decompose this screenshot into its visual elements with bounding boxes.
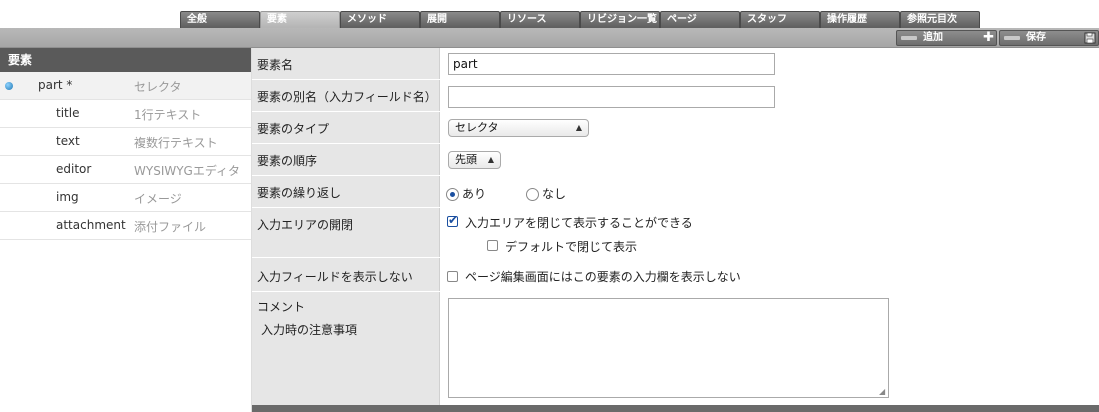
form-row-alias: 要素の別名（入力フィールド名） [252,80,1099,112]
tab-staff[interactable]: スタッフ [740,11,820,28]
tab-history[interactable]: 操作履歴 [820,11,900,28]
bottom-bar [252,405,1099,412]
select-arrows-icon: ▲ [575,123,582,132]
form-row-name: 要素名 part [252,48,1099,80]
element-list-panel: 要素 part * セレクタ title 1行テキスト text 複数行テキスト… [0,48,252,412]
hide-label: 入力フィールドを表示しない [252,258,440,291]
tab-methods[interactable]: メソッド [340,11,420,28]
add-button[interactable]: 追加 ✚ [896,30,997,46]
save-button[interactable]: 保存 [999,30,1099,46]
tab-bar: 全般 要素 メソッド 展開 リソース リビジョン一覧 ページ スタッフ 操作履歴… [0,0,1099,28]
element-type-select-value: セレクタ [455,121,499,134]
element-name: part * [38,78,73,92]
collapse-default-checkbox[interactable] [487,240,498,251]
element-row-title[interactable]: title 1行テキスト [0,100,251,128]
element-type: イメージ [134,192,182,206]
tab-general[interactable]: 全般 [180,11,260,28]
order-label: 要素の順序 [252,144,440,175]
tab-expand[interactable]: 展開 [420,11,500,28]
form-row-hide: 入力フィールドを表示しない ページ編集画面にはこの要素の入力欄を表示しない [252,258,1099,292]
element-name-input[interactable]: part [448,53,775,75]
comment-textarea[interactable]: ◢ [448,298,889,398]
element-name: attachment [56,218,126,232]
element-row-part[interactable]: part * セレクタ [0,72,251,100]
repeat-label: 要素の繰り返し [252,176,440,207]
repeat-value-cell: あり なし [441,176,1099,207]
type-label: 要素のタイプ [252,112,440,143]
element-list-header: 要素 [0,48,251,72]
tab-references[interactable]: 参照元目次 [900,11,980,28]
element-type-select[interactable]: セレクタ ▲ [448,119,589,137]
save-button-label: 保存 [1026,32,1046,43]
order-value-cell: 先頭 ▲ [441,144,1099,175]
form-row-order: 要素の順序 先頭 ▲ [252,144,1099,176]
repeat-yes-label[interactable]: あり [462,185,486,202]
name-label: 要素名 [252,48,440,79]
collapse-value-cell: 入力エリアを閉じて表示することができる デフォルトで閉じて表示 [441,208,1099,257]
element-name: title [56,106,80,120]
repeat-yes-radio[interactable] [446,188,459,201]
element-form: 要素名 part 要素の別名（入力フィールド名） 要素のタイプ セレクタ ▲ 要… [252,48,1099,405]
tab-revisions[interactable]: リビジョン一覧 [580,11,660,28]
element-row-text[interactable]: text 複数行テキスト [0,128,251,156]
element-alias-input[interactable] [448,86,775,108]
element-row-editor[interactable]: editor WYSIWYGエディタ [0,156,251,184]
collapse-checkbox[interactable] [447,213,458,227]
element-row-img[interactable]: img イメージ [0,184,251,212]
comment-label-cell: コメント 入力時の注意事項 [252,292,440,405]
plus-icon: ✚ [983,30,994,45]
add-button-label: 追加 [923,32,943,43]
collapse-label: 入力エリアの開閉 [252,208,440,257]
collapse-option-label[interactable]: 入力エリアを閉じて表示することができる [465,214,693,231]
form-row-repeat: 要素の繰り返し あり なし [252,176,1099,208]
form-row-type: 要素のタイプ セレクタ ▲ [252,112,1099,144]
tab-elements[interactable]: 要素 [260,11,340,28]
comment-value-cell: ◢ [441,292,1099,405]
collapse-default-label[interactable]: デフォルトで閉じて表示 [505,238,637,255]
element-name: editor [56,162,92,176]
tab-resources[interactable]: リソース [500,11,580,28]
alias-value-cell [441,80,1099,111]
repeat-no-radio[interactable] [526,188,539,201]
button-grip [901,36,917,40]
resize-handle-icon[interactable]: ◢ [879,388,887,396]
button-grip [1004,36,1020,40]
element-name: img [56,190,79,204]
comment-sublabel: 入力時の注意事項 [261,323,358,337]
hide-field-option-label[interactable]: ページ編集画面にはこの要素の入力欄を表示しない [465,268,741,285]
form-row-comment: コメント 入力時の注意事項 ◢ [252,292,1099,405]
element-name: text [56,134,80,148]
element-type: 複数行テキスト [134,136,218,150]
element-order-select[interactable]: 先頭 ▲ [448,151,501,169]
form-row-collapse: 入力エリアの開閉 入力エリアを閉じて表示することができる デフォルトで閉じて表示 [252,208,1099,258]
save-icon [1084,31,1096,48]
name-value-cell: part [441,48,1099,79]
tab-pages[interactable]: ページ [660,11,740,28]
type-value-cell: セレクタ ▲ [441,112,1099,143]
comment-label: コメント [257,300,306,314]
hide-field-checkbox[interactable] [447,271,458,282]
element-type: 添付ファイル [134,220,207,234]
element-order-select-value: 先頭 [455,153,477,166]
hide-value-cell: ページ編集画面にはこの要素の入力欄を表示しない [441,258,1099,291]
element-type: WYSIWYGエディタ [134,164,241,178]
element-row-attachment[interactable]: attachment 添付ファイル [0,212,251,240]
repeat-no-label[interactable]: なし [542,185,566,202]
alias-label: 要素の別名（入力フィールド名） [252,80,440,111]
select-arrows-icon: ▲ [487,155,494,164]
toolbar: 追加 ✚ 保存 [0,28,1099,48]
element-type: セレクタ [134,80,182,94]
selected-indicator-icon [5,82,13,90]
element-type: 1行テキスト [134,108,202,122]
